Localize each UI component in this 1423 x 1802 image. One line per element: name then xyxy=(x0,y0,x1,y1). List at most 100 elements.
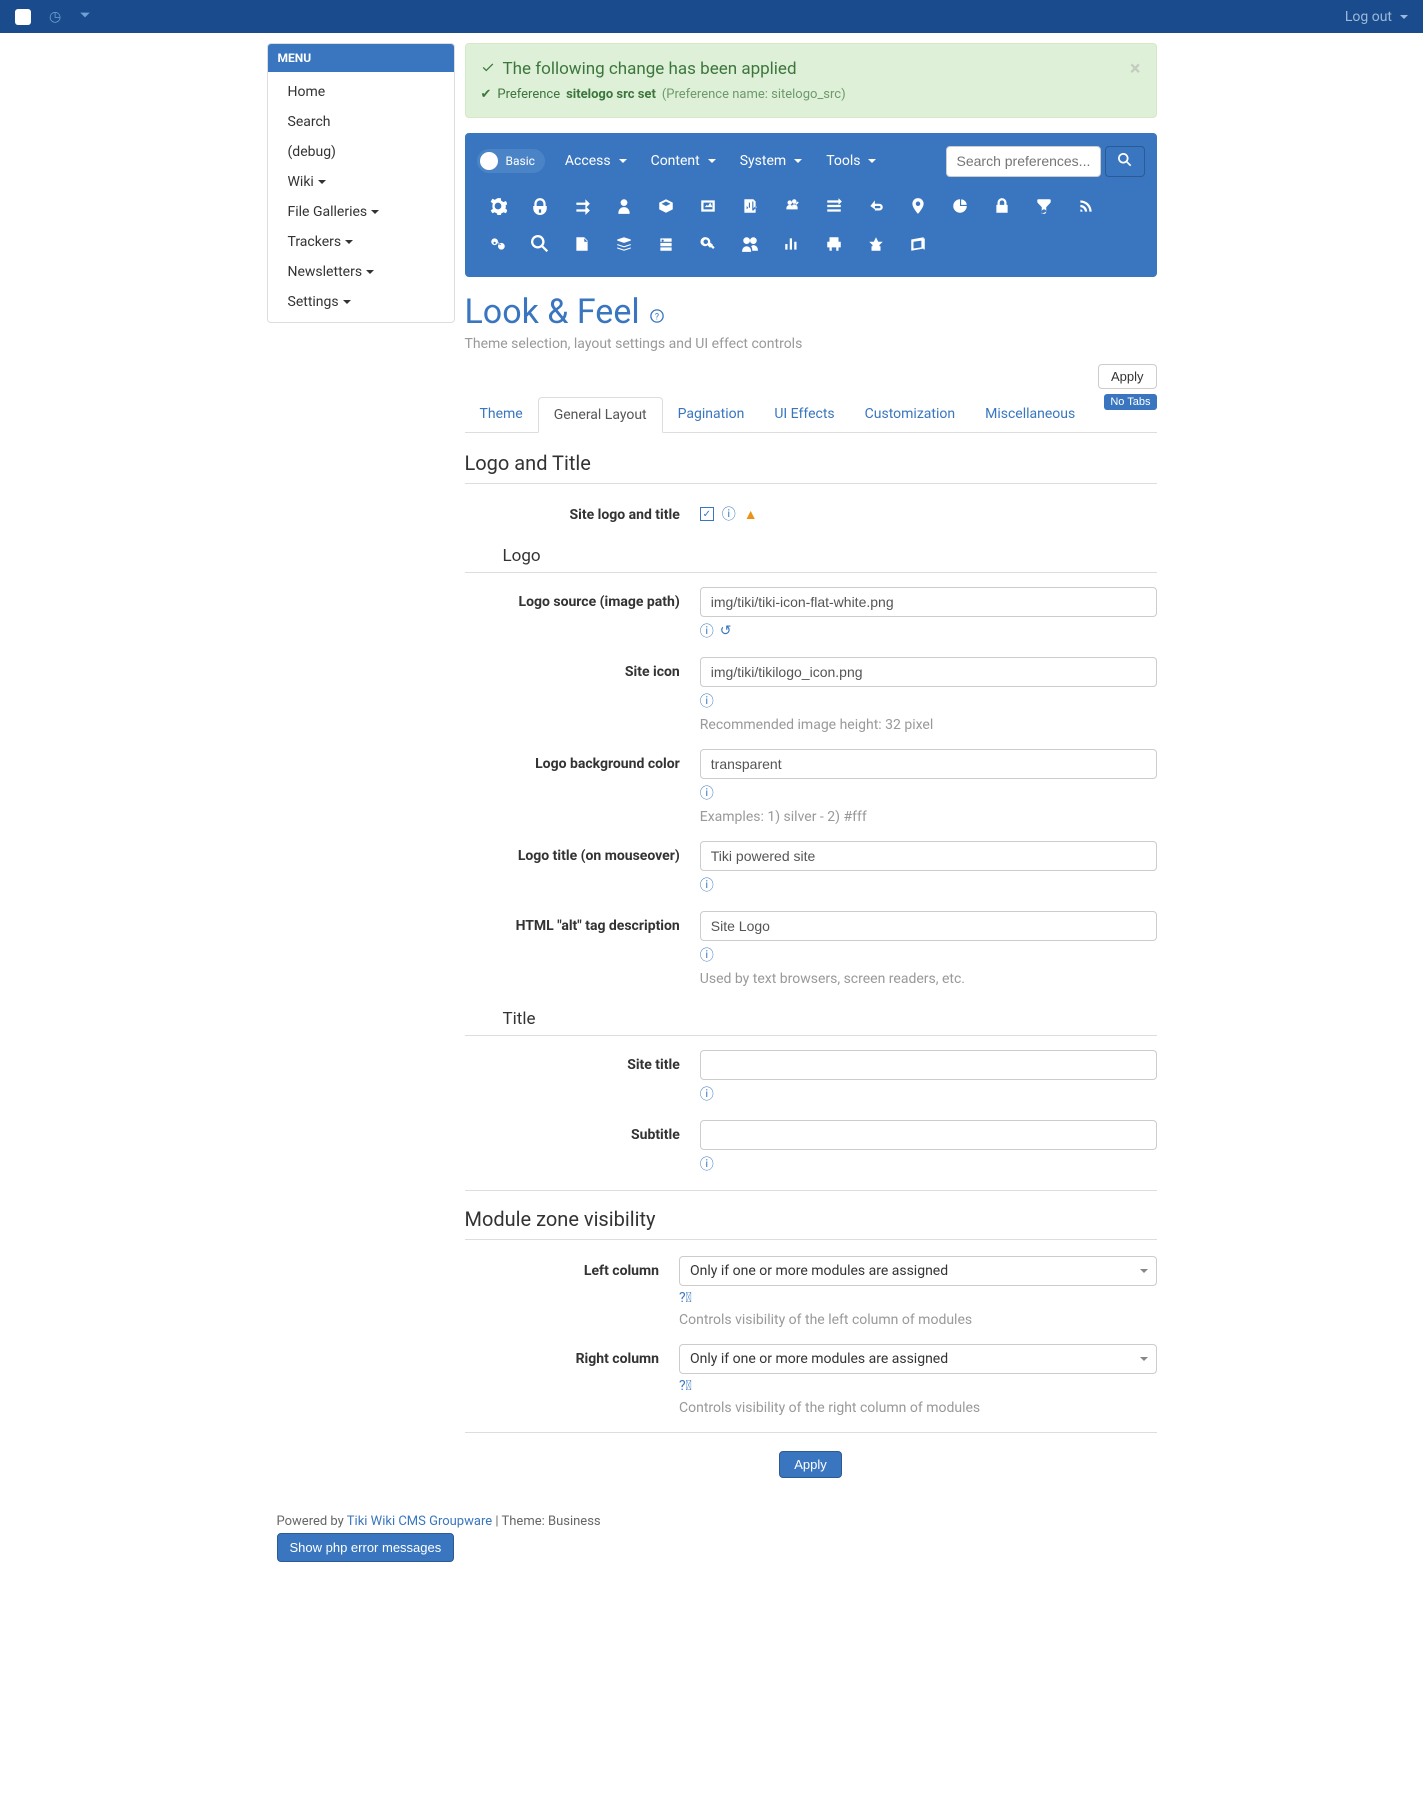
menu-item-settings[interactable]: Settings xyxy=(268,287,454,317)
comment-icon[interactable] xyxy=(1023,187,1065,225)
user-icon[interactable] xyxy=(603,187,645,225)
caret-icon xyxy=(868,159,876,163)
input-subtitle[interactable] xyxy=(700,1120,1157,1150)
pref-toolbar: Basic Access Content System Tools xyxy=(465,133,1157,277)
no-tabs-button[interactable]: No Tabs xyxy=(1104,394,1156,410)
tab-miscellaneous[interactable]: Miscellaneous xyxy=(970,397,1090,432)
chevron-down-icon[interactable] xyxy=(79,9,91,25)
select-right-column[interactable]: Only if one or more modules are assigned xyxy=(679,1344,1156,1374)
alert-pref-label: Preference xyxy=(497,87,560,102)
caret-icon xyxy=(371,210,379,214)
edit-icon[interactable] xyxy=(729,187,771,225)
menu-item-home[interactable]: Home xyxy=(268,77,454,107)
megaphone-icon[interactable] xyxy=(897,225,939,263)
tiki-link[interactable]: Tiki Wiki CMS Groupware xyxy=(347,1514,492,1529)
logout-label: Log out xyxy=(1345,9,1392,25)
info-icon[interactable]: ⓘ xyxy=(700,945,714,965)
help-icon[interactable]: ? xyxy=(650,309,664,327)
search-icon[interactable] xyxy=(519,225,561,263)
menu-item-newsletters[interactable]: Newsletters xyxy=(268,257,454,287)
select-left-column[interactable]: Only if one or more modules are assigned xyxy=(679,1256,1156,1286)
help-right-column: Controls visibility of the right column … xyxy=(679,1400,1156,1416)
input-site-icon[interactable] xyxy=(700,657,1157,687)
nav-link-content[interactable]: Content xyxy=(639,145,728,177)
info-icon[interactable]: ⓘ xyxy=(700,875,714,895)
info-icon[interactable]: ⓘ xyxy=(700,1154,714,1174)
users-gear-icon[interactable] xyxy=(771,187,813,225)
tag-icon[interactable] xyxy=(855,187,897,225)
tab-theme[interactable]: Theme xyxy=(465,397,538,432)
search-button[interactable] xyxy=(1105,146,1145,177)
tab-pagination[interactable]: Pagination xyxy=(663,397,760,432)
close-icon[interactable]: × xyxy=(1130,56,1141,80)
php-error-button[interactable]: Show php error messages xyxy=(277,1533,455,1562)
menu-item-wiki[interactable]: Wiki xyxy=(268,167,454,197)
nav-link-access[interactable]: Access xyxy=(553,145,639,177)
help-site-icon: Recommended image height: 32 pixel xyxy=(700,717,1157,733)
search-input[interactable] xyxy=(946,146,1101,177)
tab-customization[interactable]: Customization xyxy=(850,397,970,432)
chart-icon[interactable] xyxy=(771,225,813,263)
menu-item-file-galleries[interactable]: File Galleries xyxy=(268,197,454,227)
clock-icon[interactable]: ◷ xyxy=(49,9,61,25)
group-icon[interactable] xyxy=(729,225,771,263)
database-icon[interactable] xyxy=(645,225,687,263)
page-title: Look & Feel xyxy=(465,292,640,332)
info-icon[interactable]: ⓘ xyxy=(700,691,714,711)
input-site-title[interactable] xyxy=(700,1050,1157,1080)
folder-icon[interactable] xyxy=(603,225,645,263)
checkbox-site-logo-title[interactable]: ✓ xyxy=(700,507,714,521)
label-subtitle: Subtitle xyxy=(465,1120,700,1174)
info-icon[interactable]: ⓘ xyxy=(700,783,714,803)
help-icon[interactable]: ?⃝ xyxy=(679,1290,692,1306)
menu-header: MENU xyxy=(268,44,454,72)
image-icon[interactable] xyxy=(687,187,729,225)
gear-icon[interactable] xyxy=(477,187,519,225)
power-icon[interactable] xyxy=(519,187,561,225)
link-icon[interactable] xyxy=(477,225,519,263)
nav-link-system[interactable]: System xyxy=(728,145,814,177)
caret-icon xyxy=(794,159,802,163)
check-icon xyxy=(481,59,495,79)
lock-icon[interactable] xyxy=(981,187,1023,225)
alert-title: The following change has been applied xyxy=(503,59,797,79)
package-icon[interactable] xyxy=(645,187,687,225)
input-logo-bg[interactable] xyxy=(700,749,1157,779)
sub-heading-logo: Logo xyxy=(465,540,1157,573)
nav-link-tools[interactable]: Tools xyxy=(814,145,888,177)
menu-item--debug-[interactable]: (debug) xyxy=(268,137,454,167)
caret-icon xyxy=(1400,15,1408,19)
help-icon[interactable]: ?⃝ xyxy=(679,1378,692,1394)
tab-ui-effects[interactable]: UI Effects xyxy=(759,397,849,432)
pin-icon[interactable] xyxy=(897,187,939,225)
label-logo-bg: Logo background color xyxy=(465,749,700,825)
zoom-icon[interactable] xyxy=(687,225,729,263)
dashboard-icon[interactable] xyxy=(939,187,981,225)
undo-icon[interactable]: ↺ xyxy=(720,623,732,639)
apply-button-bottom[interactable]: Apply xyxy=(779,1451,842,1478)
input-logo-source[interactable] xyxy=(700,587,1157,617)
help-left-column: Controls visibility of the left column o… xyxy=(679,1312,1156,1328)
info-icon[interactable]: ⓘ xyxy=(700,621,714,641)
warning-icon[interactable]: ▲ xyxy=(744,506,758,523)
input-alt[interactable] xyxy=(700,911,1157,941)
info-icon[interactable]: ⓘ xyxy=(722,504,736,524)
rss-icon[interactable] xyxy=(1065,187,1107,225)
info-icon[interactable]: ⓘ xyxy=(700,1084,714,1104)
basic-toggle[interactable]: Basic xyxy=(477,149,545,173)
input-logo-title[interactable] xyxy=(700,841,1157,871)
gift-icon[interactable] xyxy=(855,225,897,263)
section-heading-logo-title: Logo and Title xyxy=(465,451,1157,475)
menu-item-trackers[interactable]: Trackers xyxy=(268,227,454,257)
tiki-brand-icon[interactable] xyxy=(15,9,31,25)
check-circle-icon: ✔ xyxy=(481,87,492,102)
tab-general-layout[interactable]: General Layout xyxy=(538,397,663,433)
document-icon[interactable] xyxy=(561,225,603,263)
login-icon[interactable] xyxy=(561,187,603,225)
translate-icon[interactable] xyxy=(813,187,855,225)
logout-link[interactable]: Log out xyxy=(1345,9,1408,25)
tabs: ThemeGeneral LayoutPaginationUI EffectsC… xyxy=(465,397,1157,433)
print-icon[interactable] xyxy=(813,225,855,263)
menu-item-search[interactable]: Search xyxy=(268,107,454,137)
apply-button-top[interactable]: Apply xyxy=(1098,364,1157,389)
